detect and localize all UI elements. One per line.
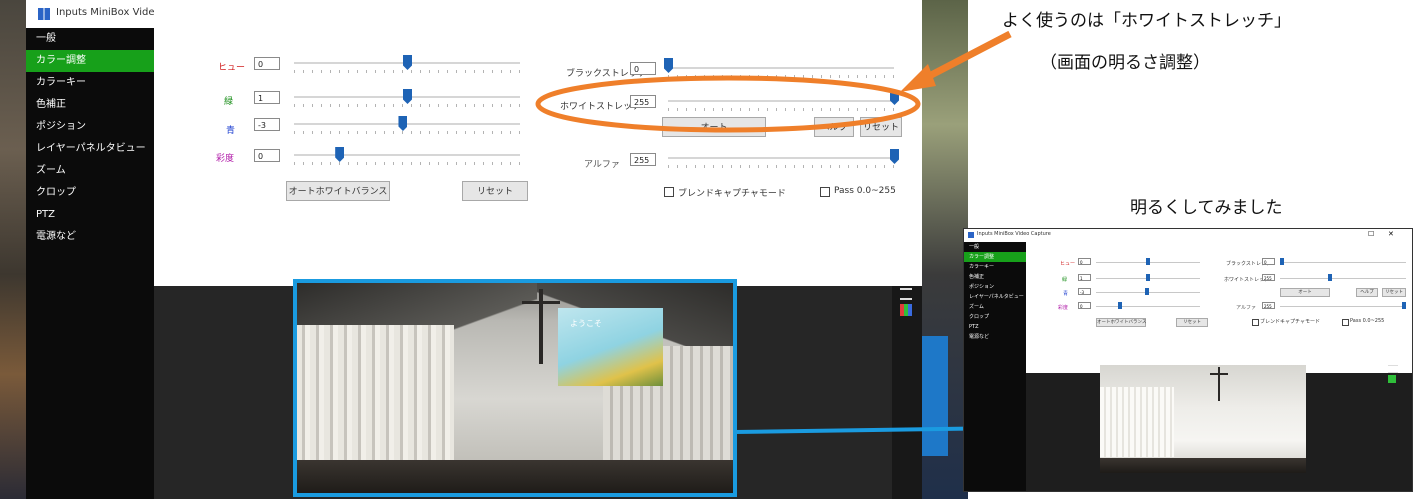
small-saturation-track xyxy=(1096,306,1200,307)
small-white-stretch-track xyxy=(1280,278,1406,279)
small-saturation-value[interactable]: 0 xyxy=(1078,302,1091,309)
small-sidebar-item[interactable]: PTZ xyxy=(964,322,1026,332)
small-blue-thumb[interactable] xyxy=(1145,288,1149,295)
small-window-title: Inputs MiniBox Video Capture xyxy=(977,231,1051,237)
small-settings-panel: ヒュー 0 緑 1 青 -3 彩度 0 オートホワイトバランス リセット ブラッ… xyxy=(1026,242,1412,373)
small-sidebar-item[interactable]: レイヤーパネルタビュー xyxy=(964,292,1026,302)
small-alpha-label: アルファ xyxy=(1236,305,1256,311)
small-stretch-reset-button[interactable]: リセット xyxy=(1382,288,1406,297)
small-hue-value[interactable]: 0 xyxy=(1078,258,1091,265)
callout-subtitle: （画面の明るさ調整） xyxy=(1040,53,1210,73)
small-hue-label: ヒュー xyxy=(1060,261,1076,267)
small-white-stretch-thumb[interactable] xyxy=(1328,274,1333,281)
small-black-stretch-track xyxy=(1280,262,1406,263)
small-sidebar-item[interactable]: 色補正 xyxy=(964,272,1026,282)
small-blue-label: 青 xyxy=(1063,291,1069,297)
small-black-stretch-thumb[interactable] xyxy=(1280,258,1284,265)
callout-title: よく使うのは「ホワイトストレッチ」 xyxy=(1002,11,1291,31)
small-close-button[interactable]: ✕ xyxy=(1388,230,1394,238)
small-pass-label: Pass 0.0~255 xyxy=(1350,318,1385,324)
small-sidebar-item[interactable]: ポジション xyxy=(964,282,1026,292)
small-blend-label: ブレンドキャプチャモード xyxy=(1260,319,1320,325)
small-pass-checkbox[interactable] xyxy=(1342,319,1349,326)
small-alpha-track xyxy=(1280,306,1406,307)
preview-highlight-frame xyxy=(293,279,737,497)
small-sidebar-item[interactable]: 電源など xyxy=(964,332,1026,342)
small-sidebar: 一般 カラー調整 カラーキー 色補正 ポジション レイヤーパネルタビュー ズーム… xyxy=(964,242,1026,491)
small-auto-wb-button[interactable]: オートホワイトバランス xyxy=(1096,318,1146,327)
small-green-thumb[interactable] xyxy=(1146,274,1150,281)
small-blue-value[interactable]: -3 xyxy=(1078,288,1091,295)
small-alpha-value[interactable]: 255 xyxy=(1262,302,1275,309)
small-green-label: 緑 xyxy=(1062,277,1068,283)
small-auto-button[interactable]: オート xyxy=(1280,288,1330,297)
small-help-button[interactable]: ヘルプ xyxy=(1356,288,1378,297)
small-blend-checkbox[interactable] xyxy=(1252,319,1259,326)
small-saturation-label: 彩度 xyxy=(1058,305,1069,311)
small-maximize-button[interactable]: ☐ xyxy=(1368,230,1374,238)
small-sidebar-item[interactable]: 一般 xyxy=(964,242,1026,252)
small-hue-thumb[interactable] xyxy=(1146,258,1150,265)
small-title-bar: Inputs MiniBox Video Capture ☐ ✕ xyxy=(964,229,1412,242)
small-sidebar-item[interactable]: ズーム xyxy=(964,302,1026,312)
small-saturation-thumb[interactable] xyxy=(1118,302,1122,309)
callout-arrow-head xyxy=(900,64,936,92)
small-app-icon xyxy=(968,232,974,238)
white-stretch-highlight-ellipse xyxy=(535,75,921,133)
small-alpha-thumb[interactable] xyxy=(1402,302,1406,309)
small-sidebar-item[interactable]: カラーキー xyxy=(964,262,1026,272)
small-menu-icon[interactable] xyxy=(1388,365,1398,373)
after-screenshot: Inputs MiniBox Video Capture ☐ ✕ 一般 カラー調… xyxy=(963,228,1413,492)
small-reset-button[interactable]: リセット xyxy=(1176,318,1208,327)
small-sidebar-item-active[interactable]: カラー調整 xyxy=(964,252,1026,262)
small-preview-image xyxy=(1100,365,1306,473)
small-color-icon[interactable] xyxy=(1388,375,1396,383)
brightened-caption: 明るくしてみました xyxy=(1130,198,1283,218)
small-black-stretch-value[interactable]: 0 xyxy=(1262,258,1275,265)
small-sidebar-item[interactable]: クロップ xyxy=(964,312,1026,322)
small-white-stretch-value[interactable]: 255 xyxy=(1262,274,1275,281)
small-green-value[interactable]: 1 xyxy=(1078,274,1091,281)
